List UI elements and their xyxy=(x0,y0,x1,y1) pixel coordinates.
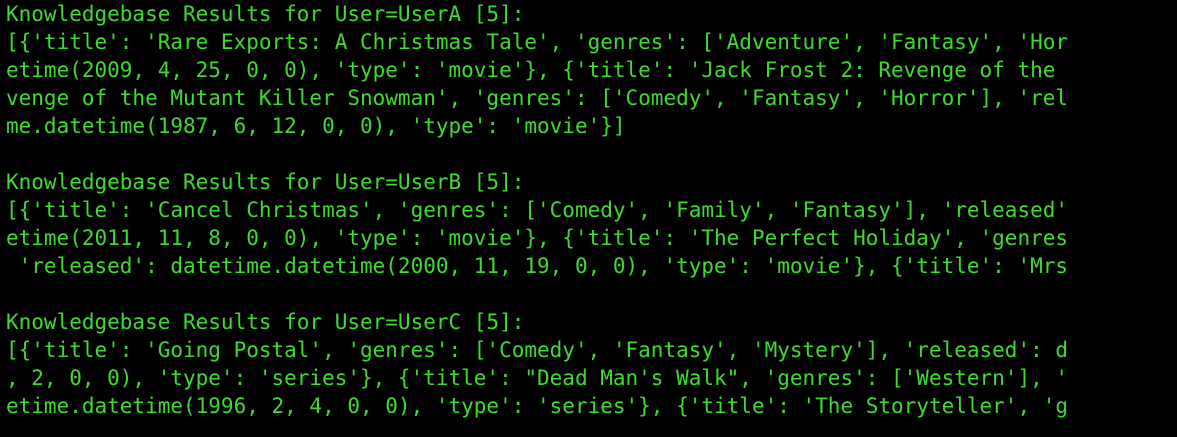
output-line: , 2, 0, 0), 'type': 'series'}, {'title':… xyxy=(6,366,1069,390)
output-line: etime(2011, 11, 8, 0, 0), 'type': 'movie… xyxy=(6,226,1069,250)
output-line: etime(2009, 4, 25, 0, 0), 'type': 'movie… xyxy=(6,58,1056,82)
output-line: [{'title': 'Rare Exports: A Christmas Ta… xyxy=(6,30,1069,54)
result-header-usera: Knowledgebase Results for User=UserA [5]… xyxy=(6,2,525,26)
result-header-userc: Knowledgebase Results for User=UserC [5]… xyxy=(6,310,525,334)
terminal-output: Knowledgebase Results for User=UserA [5]… xyxy=(0,0,1177,437)
output-line: 'released': datetime.datetime(2000, 11, … xyxy=(6,254,1069,278)
output-line: [{'title': 'Cancel Christmas', 'genres':… xyxy=(6,198,1069,222)
output-line: [{'title': 'Going Postal', 'genres': ['C… xyxy=(6,338,1069,362)
output-line: venge of the Mutant Killer Snowman', 'ge… xyxy=(6,86,1069,110)
output-line: etime.datetime(1996, 2, 4, 0, 0), 'type'… xyxy=(6,394,1069,418)
result-header-userb: Knowledgebase Results for User=UserB [5]… xyxy=(6,170,525,194)
output-line: me.datetime(1987, 6, 12, 0, 0), 'type': … xyxy=(6,114,626,138)
